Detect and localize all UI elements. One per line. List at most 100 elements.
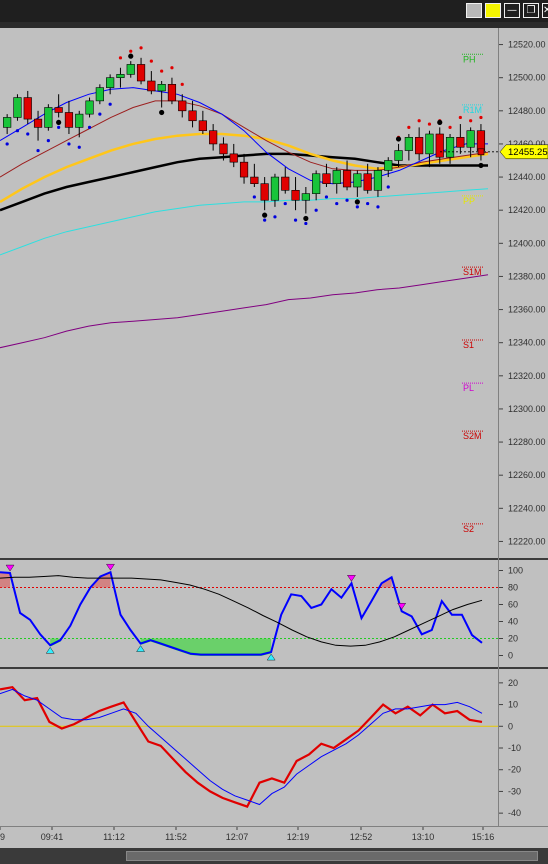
price-axis-label: 12520.00 — [508, 40, 546, 50]
stop-dot — [77, 145, 81, 149]
stop-dot — [36, 148, 40, 153]
pivot-label: R1M — [463, 105, 482, 115]
sell-signal-marker — [106, 564, 115, 571]
bear-candle — [260, 183, 269, 201]
stop-dot — [252, 195, 256, 199]
bear-candle — [54, 107, 63, 113]
price-axis-label: 12400.00 — [508, 238, 546, 248]
price-axis-label: 12240.00 — [508, 503, 546, 513]
time-axis-label: 12:07 — [226, 832, 249, 842]
sell-signal-marker — [397, 603, 407, 610]
stop-dot — [67, 142, 71, 146]
time-axis-label: 11:52 — [165, 832, 187, 842]
time-axis-label: 12:52 — [350, 832, 373, 842]
bull-candle — [466, 130, 475, 148]
bear-candle — [167, 84, 177, 102]
bear-candle — [239, 161, 249, 178]
stop-dot — [180, 82, 184, 86]
oscillator-axis-label: 100 — [508, 566, 523, 576]
oscillator-axis-label: 0 — [508, 651, 513, 661]
price-axis-label: 12320.00 — [508, 371, 546, 381]
swing-point — [303, 215, 309, 222]
bear-candle — [64, 112, 74, 128]
bull-candle — [44, 107, 53, 128]
bull-candle — [95, 87, 104, 102]
macd-signal-line — [0, 688, 483, 806]
macd-axis-label: -10 — [508, 743, 521, 753]
moving-average-line — [0, 188, 489, 256]
price-axis-label: 12260.00 — [508, 470, 546, 480]
time-axis-label: 12:19 — [287, 832, 310, 842]
bear-candle — [219, 143, 228, 155]
stop-dot — [46, 139, 50, 143]
swing-point — [56, 119, 62, 126]
stop-dot — [273, 215, 277, 219]
swing-point — [262, 212, 268, 218]
bear-candle — [363, 173, 372, 191]
bear-candle — [281, 176, 290, 191]
bear-candle — [229, 153, 238, 163]
macd-axis-label: -20 — [508, 765, 521, 775]
bear-candle — [291, 190, 300, 201]
price-axis-label: 12300.00 — [508, 404, 546, 414]
bear-candle — [23, 97, 32, 120]
oscillator-axis-label: 20 — [508, 634, 518, 644]
price-axis-label: 12440.00 — [508, 172, 546, 182]
bear-candle — [476, 130, 486, 151]
bull-candle — [312, 173, 321, 194]
stop-dot — [335, 201, 339, 206]
bull-candle — [157, 84, 166, 92]
price-axis-label: 12420.00 — [508, 205, 546, 215]
stop-dot — [366, 201, 370, 206]
bull-candle — [126, 64, 135, 75]
stop-dot — [15, 129, 20, 133]
pivot-label: PH — [463, 54, 476, 64]
stop-dot — [108, 102, 112, 106]
oscillator-axis-label: 60 — [508, 600, 518, 610]
stop-dot — [293, 218, 298, 222]
macd-axis-label: 10 — [508, 700, 518, 710]
pivot-label: PP — [463, 196, 475, 206]
time-axis-label: 15:16 — [472, 832, 495, 842]
stop-dot — [417, 119, 421, 123]
price-axis-label: 12500.00 — [508, 73, 546, 83]
oscillator-axis-label: 80 — [508, 583, 518, 593]
macd-axis-label: -40 — [508, 808, 521, 818]
moving-average-line — [0, 274, 489, 349]
stop-dot — [469, 119, 473, 123]
price-axis-label: 12360.00 — [508, 305, 546, 315]
buy-signal-marker — [136, 645, 145, 652]
time-axis-label: 13:10 — [412, 832, 435, 842]
stop-dot — [149, 59, 153, 63]
sell-signal-marker — [347, 575, 356, 582]
time-axis-label: 09:41 — [41, 832, 64, 842]
bear-candle — [136, 64, 146, 82]
bull-candle — [13, 97, 22, 118]
bull-candle — [106, 77, 115, 88]
swing-point — [354, 199, 360, 205]
price-axis-label: 12280.00 — [508, 437, 546, 447]
stop-dot — [427, 122, 432, 126]
stop-dot — [283, 201, 287, 206]
stop-dot — [170, 66, 174, 70]
buy-signal-marker — [45, 646, 55, 654]
stop-dot — [479, 115, 483, 120]
pivot-label: PL — [463, 383, 474, 393]
bull-candle — [332, 170, 341, 184]
price-axis-label: 12340.00 — [508, 338, 546, 348]
price-axis-label: 12220.00 — [508, 536, 546, 546]
bear-candle — [178, 100, 187, 112]
sell-signal-marker — [5, 564, 15, 572]
stop-dot — [118, 56, 123, 60]
stop-dot — [5, 142, 9, 146]
pivot-label: S1M — [463, 267, 482, 277]
stop-dot — [355, 205, 359, 209]
stop-dot — [160, 69, 164, 73]
last-price-label: 12455.25 — [508, 147, 548, 158]
bull-candle — [353, 173, 362, 188]
bear-candle — [415, 137, 424, 155]
stop-dot — [407, 125, 411, 129]
stop-dot — [263, 218, 267, 222]
bull-candle — [85, 100, 94, 115]
swing-point — [478, 162, 484, 169]
